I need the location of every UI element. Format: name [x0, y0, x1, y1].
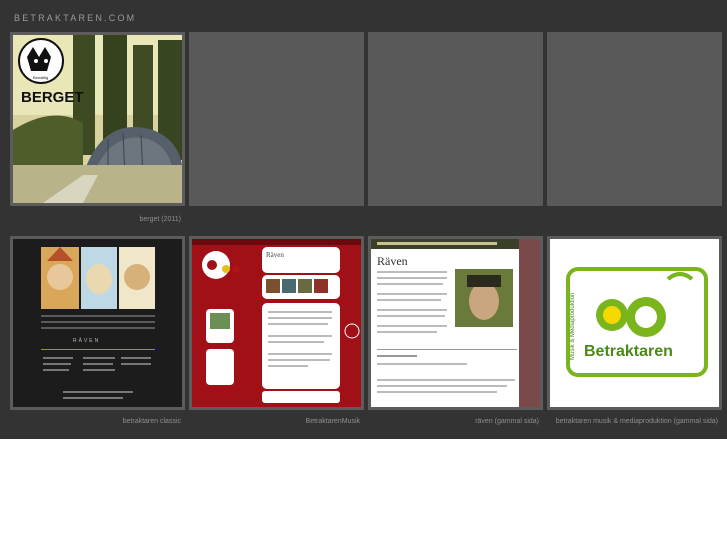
caption-betraktarenmusik[interactable]: BetraktarenMusik — [306, 418, 360, 425]
raven-title-text: Räven — [377, 254, 408, 268]
gallery-tile-empty-1[interactable] — [189, 32, 364, 206]
classic-thumbnail — [13, 239, 182, 407]
berget-title-text: BERGET — [21, 89, 84, 106]
caption-berget[interactable]: berget (2011) — [139, 216, 181, 223]
caption-betraktaren-classic[interactable]: betraktaren classic — [123, 418, 181, 425]
caption-mediaproduktion[interactable]: betraktaren musik & mediaproduktion (gam… — [556, 418, 718, 425]
gallery-tile-raven[interactable]: Räven — [368, 236, 543, 410]
mediaproduktion-side-text: Musik & Mediaproduktion — [570, 292, 576, 360]
musik-thumbnail — [192, 239, 361, 407]
classic-title-text: RÄVEN — [73, 338, 101, 344]
gallery-tile-betraktaren-classic[interactable]: RÄVEN — [10, 236, 185, 410]
gallery-tile-betraktarenmusik[interactable]: Räven — [189, 236, 364, 410]
gallery-stage: BETRAKTAREN.COM Bewältig BERGET berget (… — [0, 0, 727, 439]
gallery-tile-berget[interactable]: Bewältig BERGET — [10, 32, 185, 206]
musik-title-text: Räven — [266, 251, 284, 259]
gallery-tile-empty-3[interactable] — [547, 32, 722, 206]
berget-logo-text: Bewältig — [33, 75, 49, 80]
gallery-tile-empty-2[interactable] — [368, 32, 543, 206]
gallery-tile-mediaproduktion[interactable]: Musik & Mediaproduktion Betraktaren — [547, 236, 722, 410]
mediaproduktion-title-text: Betraktaren — [584, 343, 673, 360]
site-title: BETRAKTAREN.COM — [14, 13, 137, 23]
berget-thumbnail — [13, 35, 182, 203]
caption-raven[interactable]: räven (gammal sida) — [475, 418, 539, 425]
